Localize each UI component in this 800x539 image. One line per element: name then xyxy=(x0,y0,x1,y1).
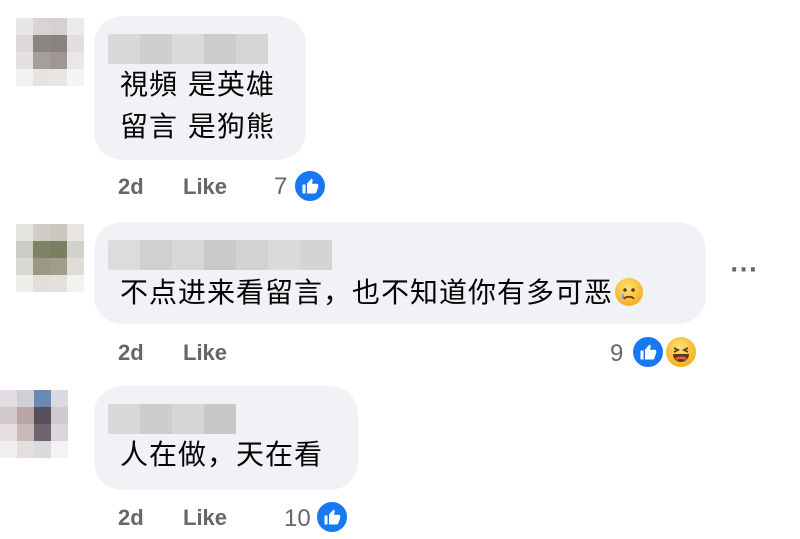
comment-bubble: 不点进来看留言，也不知道你有多可恶 xyxy=(94,222,706,324)
like-button[interactable]: Like xyxy=(183,505,227,531)
reaction-count[interactable]: 9 xyxy=(610,340,623,368)
avatar[interactable] xyxy=(16,224,84,292)
comment-bubble: 人在做，天在看 xyxy=(94,386,358,490)
avatar[interactable] xyxy=(0,390,68,458)
author-name-redacted[interactable] xyxy=(108,240,348,270)
haha-icon[interactable] xyxy=(663,334,699,370)
comment-bubble: 視頻 是英雄 留言 是狗熊 xyxy=(94,16,306,160)
author-name-redacted[interactable] xyxy=(108,404,258,434)
timestamp[interactable]: 2d xyxy=(118,505,144,531)
timestamp[interactable]: 2d xyxy=(118,174,144,200)
comment-line: 不点进来看留言，也不知道你有多可恶 xyxy=(120,270,644,316)
reaction-count[interactable]: 7 xyxy=(274,173,287,201)
comment-line: 人在做，天在看 xyxy=(120,438,324,471)
comment-line: 留言 是狗熊 xyxy=(120,110,275,143)
thumbs-up-icon[interactable] xyxy=(292,168,328,204)
author-name-redacted[interactable] xyxy=(108,34,278,64)
timestamp[interactable]: 2d xyxy=(118,340,144,366)
sad-crying-icon xyxy=(615,278,644,306)
comment-line: 視頻 是英雄 xyxy=(120,68,275,101)
avatar[interactable] xyxy=(16,18,84,86)
more-icon[interactable]: ··· xyxy=(730,258,758,283)
thumbs-up-icon[interactable] xyxy=(314,499,350,535)
comment-text: 不点进来看留言，也不知道你有多可恶 xyxy=(120,276,614,309)
like-button[interactable]: Like xyxy=(183,174,227,200)
reaction-count[interactable]: 10 xyxy=(284,505,311,533)
like-button[interactable]: Like xyxy=(183,340,227,366)
thumbs-up-icon[interactable] xyxy=(630,334,666,370)
